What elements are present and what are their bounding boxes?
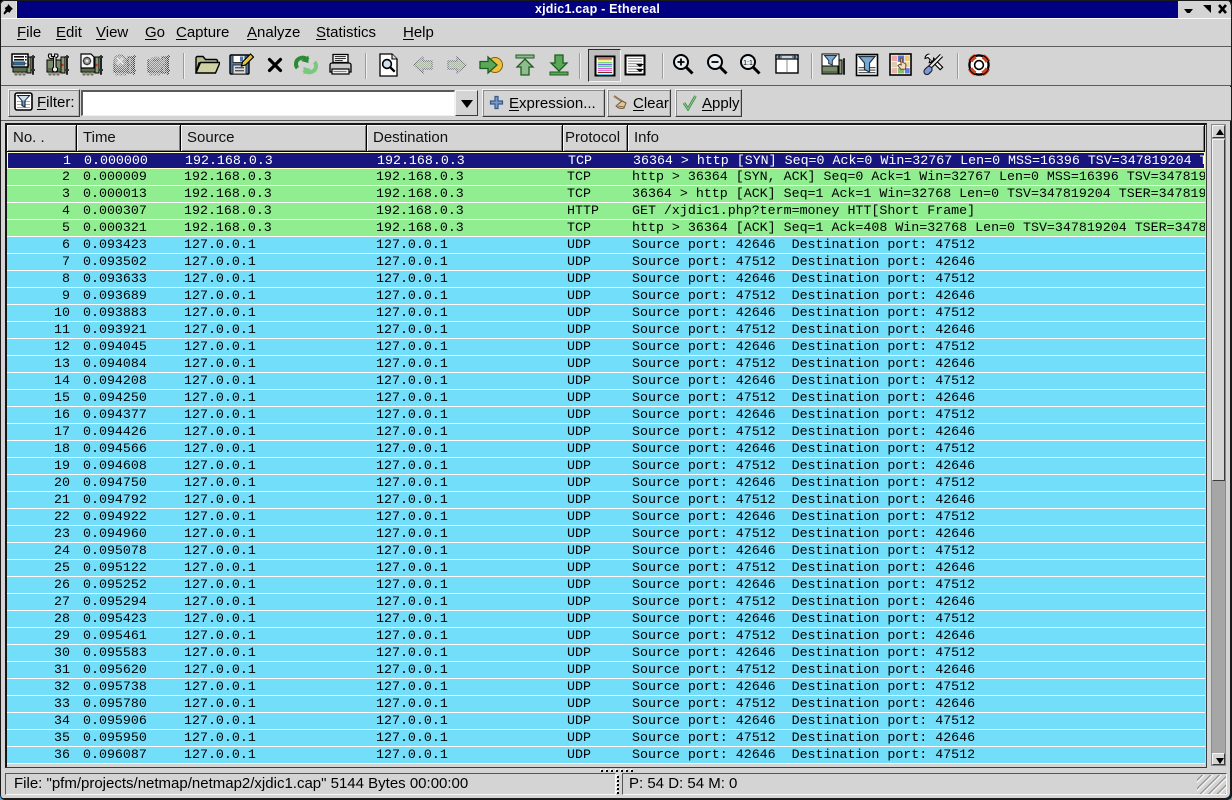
svg-text:1:1: 1:1	[743, 60, 753, 67]
